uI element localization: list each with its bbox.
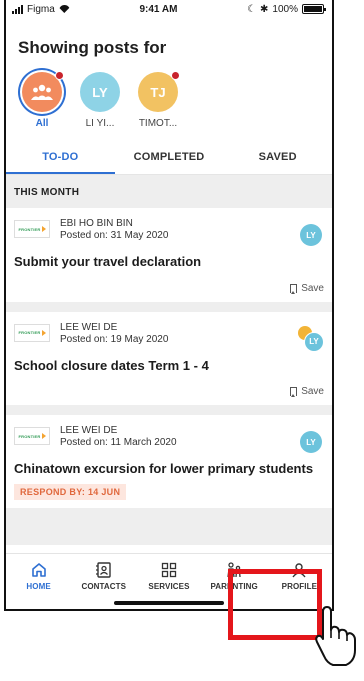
save-label: Save	[301, 282, 324, 294]
child-badge: LY	[304, 331, 324, 352]
post-card[interactable]: FRONTIER LEE WEI DE Posted on: 19 May 20…	[6, 311, 332, 406]
save-button[interactable]: Save	[14, 283, 324, 294]
pointing-hand-icon	[315, 606, 356, 666]
school-logo: FRONTIER	[14, 323, 50, 342]
person-all[interactable]: All	[20, 71, 64, 129]
child-badge: LY	[300, 431, 322, 454]
post-date: Posted on: 19 May 2020	[60, 333, 169, 345]
person-label: All	[35, 118, 49, 129]
post-date: Posted on: 31 May 2020	[60, 230, 169, 241]
page-title: Showing posts for	[18, 38, 167, 57]
profile-highlight-box	[228, 569, 322, 640]
status-bar: Figma 9:41 AM ☾ ✱ 100%	[6, 0, 332, 18]
person-label: TIMOT...	[138, 118, 178, 129]
child-badge-stack: LY	[298, 325, 324, 352]
save-button[interactable]: Save	[14, 386, 324, 398]
post-title: School closure dates Term 1 - 4	[14, 357, 209, 373]
phone-screen: Figma 9:41 AM ☾ ✱ 100% Showing posts for	[4, 0, 334, 611]
moon-icon: ☾	[247, 3, 257, 15]
avatar: LY	[80, 72, 120, 112]
battery-percent: 100%	[272, 3, 298, 15]
nav-services[interactable]: SERVICES	[137, 560, 201, 591]
tab-completed[interactable]: COMPLETED	[115, 141, 224, 174]
save-label: Save	[301, 386, 324, 398]
signal-icon	[12, 4, 23, 14]
home-icon	[31, 563, 46, 577]
tab-saved[interactable]: SAVED	[223, 141, 332, 174]
people-selector: All LY LI YI... TJ TIMOT...	[18, 71, 320, 129]
home-indicator	[114, 601, 224, 605]
person-ly[interactable]: LY LI YI...	[78, 72, 122, 129]
post-title: Chinatown excursion for lower primary st…	[14, 461, 314, 477]
bookmark-icon	[290, 283, 298, 294]
status-right: ☾ ✱ 100%	[247, 3, 326, 15]
post-card[interactable]: FRONTIER LEE WEI DE Posted on: 11 March …	[6, 415, 332, 508]
school-logo: FRONTIER	[14, 427, 50, 446]
post-feed: THIS MONTH FRONTIER EBI HO BIN BIN Poste…	[6, 175, 332, 545]
bluetooth-icon: ✱	[260, 3, 269, 15]
wifi-icon	[58, 5, 70, 13]
battery-icon	[302, 4, 326, 14]
post-author: LEE WEI DE	[60, 321, 118, 333]
status-time: 9:41 AM	[139, 3, 178, 15]
nav-contacts[interactable]: CONTACTS	[72, 560, 136, 591]
child-badge: LY	[300, 224, 322, 246]
school-logo: FRONTIER	[14, 220, 50, 238]
person-tj[interactable]: TJ TIMOT...	[136, 71, 180, 129]
post-title: Submit your travel declaration	[14, 254, 202, 269]
post-date: Posted on: 11 March 2020	[60, 437, 177, 449]
status-left: Figma	[12, 4, 70, 15]
notification-dot	[55, 71, 64, 80]
bookmark-icon	[290, 387, 298, 398]
section-title: THIS MONTH	[14, 187, 80, 198]
contacts-icon	[95, 562, 111, 578]
post-tabs: TO-DO COMPLETED SAVED	[6, 141, 332, 175]
nav-home[interactable]: HOME	[7, 560, 71, 591]
post-card[interactable]: FRONTIER EBI HO BIN BIN Posted on: 31 Ma…	[6, 208, 332, 302]
person-label: LI YI...	[85, 118, 115, 129]
header: Showing posts for All LY LI YI... TJ TIM…	[6, 18, 332, 129]
services-grid-icon	[161, 562, 177, 578]
respond-by-badge: RESPOND BY: 14 JUN	[14, 483, 127, 500]
post-author: EBI HO BIN BIN	[60, 218, 133, 229]
tab-todo[interactable]: TO-DO	[6, 141, 115, 174]
notification-dot	[171, 71, 180, 80]
post-author: LEE WEI DE	[60, 425, 118, 437]
carrier-name: Figma	[27, 3, 55, 15]
group-icon	[31, 84, 53, 100]
